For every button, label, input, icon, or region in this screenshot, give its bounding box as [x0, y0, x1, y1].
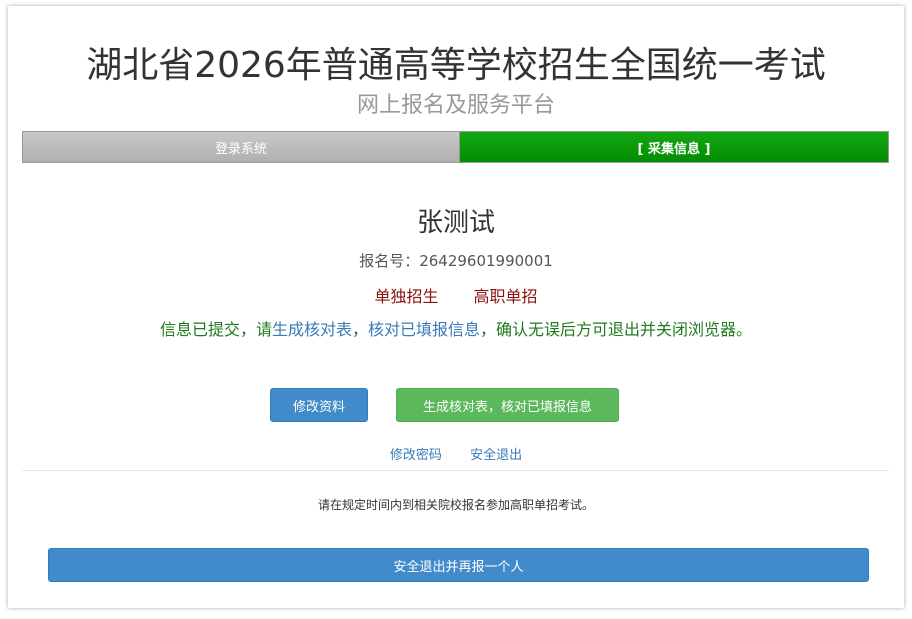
- notice-text-3: ，确认无误后方可退出并关闭浏览器。: [480, 320, 753, 339]
- page-title: 湖北省2026年普通高等学校招生全国统一考试: [86, 45, 826, 86]
- page-subtitle: 网上报名及服务平台: [356, 93, 555, 118]
- student-name: 张测试: [416, 208, 495, 238]
- tag-independent-enrollment: 单独招生: [374, 287, 439, 306]
- divider: [22, 470, 889, 471]
- submission-notice: 信息已提交，请生成核对表，核对已填报信息，确认无误后方可退出并关闭浏览器。: [8, 316, 904, 340]
- generate-checklist-button[interactable]: 生成核对表，核对已填报信息: [396, 388, 619, 422]
- exam-hint: 请在规定时间内到相关院校报名参加高职单招考试。: [317, 498, 594, 512]
- progress-steps: 登录系统 [ 采集信息 ]: [22, 131, 889, 163]
- step-login: 登录系统: [23, 132, 459, 162]
- main-card: 湖北省2026年普通高等学校招生全国统一考试 网上报名及服务平台 登录系统 [ …: [8, 6, 904, 608]
- logout-and-register-another-button[interactable]: 安全退出并再报一个人: [48, 548, 869, 582]
- account-links: 修改密码 安全退出: [8, 444, 904, 463]
- notice-text-1: 信息已提交，请: [159, 320, 272, 339]
- enrollment-tags: 单独招生 高职单招: [8, 283, 904, 307]
- notice-text-2: ，: [351, 320, 368, 339]
- change-password-link[interactable]: 修改密码: [390, 448, 442, 463]
- notice-generate-link[interactable]: 生成核对表: [272, 320, 352, 339]
- step-collect-info: [ 采集信息 ]: [459, 132, 888, 162]
- registration-value: 26429601990001: [419, 252, 553, 270]
- notice-verify-link[interactable]: 核对已填报信息: [368, 320, 480, 339]
- tag-vocational-enrollment: 高职单招: [473, 287, 538, 306]
- registration-label: 报名号：: [359, 252, 420, 270]
- logout-link[interactable]: 安全退出: [470, 448, 522, 463]
- registration-number: 报名号：26429601990001: [8, 250, 904, 271]
- edit-info-button[interactable]: 修改资料: [270, 388, 368, 422]
